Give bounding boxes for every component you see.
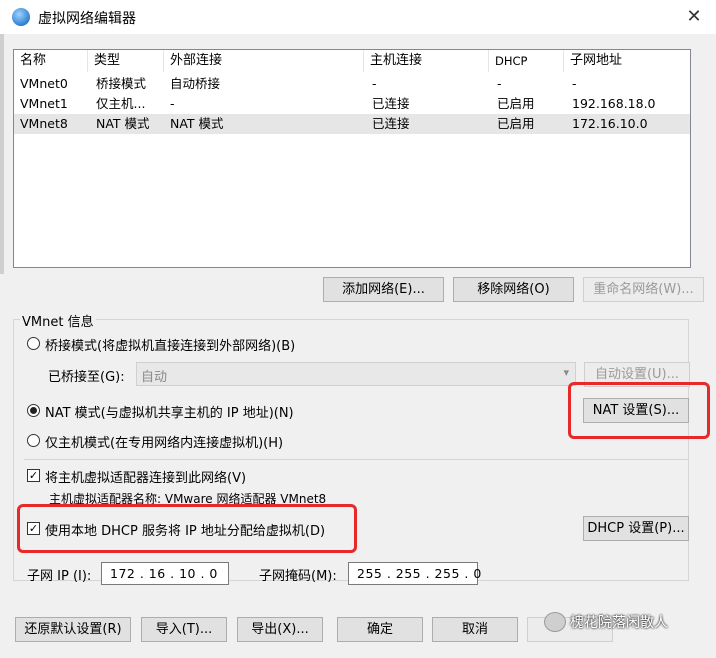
connect-adapter-label[interactable]: 将主机虚拟适配器连接到此网络(V) — [45, 467, 246, 486]
cell-dhcp: - — [497, 76, 502, 91]
cell-type: 桥接模式 — [96, 76, 147, 91]
cell-host: - — [372, 76, 377, 91]
bridged-to-value: 自动 — [141, 370, 168, 385]
dhcp-settings-button[interactable]: DHCP 设置(P)... — [583, 516, 689, 541]
cell-name: VMnet8 — [20, 116, 68, 131]
table-row[interactable]: VMnet0 桥接模式 自动桥接 - - - — [14, 74, 690, 94]
export-button[interactable]: 导出(X)... — [237, 617, 323, 642]
subnet-ip-input[interactable]: 172 . 16 . 10 . 0 — [101, 562, 229, 585]
cell-host: 已连接 — [372, 116, 410, 131]
ok-button[interactable]: 确定 — [337, 617, 423, 642]
bridged-to-label: 已桥接至(G): — [48, 370, 125, 385]
subnet-mask-label: 子网掩码(M): — [259, 569, 337, 584]
column-header-dhcp[interactable]: DHCP — [489, 50, 564, 72]
cell-host: 已连接 — [372, 96, 410, 111]
cell-type: 仅主机... — [96, 96, 146, 111]
hostonly-label[interactable]: 仅主机模式(在专用网络内连接虚拟机)(H) — [45, 432, 283, 451]
cell-name: VMnet0 — [20, 76, 68, 91]
add-network-button[interactable]: 添加网络(E)... — [323, 277, 444, 302]
highlight-box — [568, 382, 710, 439]
table-row[interactable]: VMnet1 仅主机... - 已连接 已启用 192.168.18.0 — [14, 94, 690, 114]
subnet-mask-input[interactable]: 255 . 255 . 255 . 0 — [348, 562, 481, 585]
nat-label[interactable]: NAT 模式(与虚拟机共享主机的 IP 地址)(N) — [45, 402, 294, 421]
rename-network-button[interactable]: 重命名网络(W)... — [583, 277, 704, 302]
cell-name: VMnet1 — [20, 96, 68, 111]
table-row-selected[interactable]: VMnet8 NAT 模式 NAT 模式 已连接 已启用 172.16.10.0 — [14, 114, 690, 134]
wechat-icon — [544, 612, 566, 632]
cell-dhcp: 已启用 — [497, 116, 535, 131]
watermark: 槐花院落闲散人 — [570, 615, 668, 631]
import-button[interactable]: 导入(T)... — [141, 617, 227, 642]
cell-external: - — [170, 96, 175, 111]
nat-radio[interactable] — [27, 404, 40, 417]
connect-adapter-checkbox[interactable]: ✓ — [27, 469, 40, 482]
cancel-button[interactable]: 取消 — [432, 617, 518, 642]
highlight-box — [17, 504, 357, 553]
column-header-host[interactable]: 主机连接 — [364, 50, 489, 72]
chevron-down-icon: ▾ — [563, 366, 569, 379]
subnet-ip-label: 子网 IP (I): — [27, 569, 92, 584]
cell-external: NAT 模式 — [170, 116, 224, 131]
bridged-to-select[interactable]: 自动 ▾ — [136, 362, 576, 386]
bridged-radio[interactable] — [27, 337, 40, 350]
column-header-subnet[interactable]: 子网地址 — [564, 50, 690, 72]
remove-network-button[interactable]: 移除网络(O) — [453, 277, 574, 302]
bridged-label[interactable]: 桥接模式(将虚拟机直接连接到外部网络)(B) — [45, 335, 295, 354]
cell-type: NAT 模式 — [96, 116, 150, 131]
cell-subnet: - — [572, 76, 577, 91]
window-edge — [0, 34, 4, 274]
separator — [24, 459, 688, 460]
column-header-external[interactable]: 外部连接 — [164, 50, 364, 72]
cell-subnet: 192.168.18.0 — [572, 96, 656, 111]
vmnet-info-label: VMnet 信息 — [20, 311, 96, 330]
cell-external: 自动桥接 — [170, 76, 221, 91]
restore-defaults-button[interactable]: 还原默认设置(R) — [15, 617, 131, 642]
cell-dhcp: 已启用 — [497, 96, 535, 111]
network-globe-icon — [12, 8, 30, 26]
close-icon[interactable]: ✕ — [680, 4, 708, 30]
column-header-name[interactable]: 名称 — [14, 50, 88, 72]
hostonly-radio[interactable] — [27, 434, 40, 447]
window-title: 虚拟网络编辑器 — [38, 11, 136, 27]
network-list[interactable]: 名称 类型 外部连接 主机连接 DHCP 子网地址 VMnet0 桥接模式 自动… — [13, 49, 691, 268]
column-header-type[interactable]: 类型 — [88, 50, 164, 72]
cell-subnet: 172.16.10.0 — [572, 116, 648, 131]
